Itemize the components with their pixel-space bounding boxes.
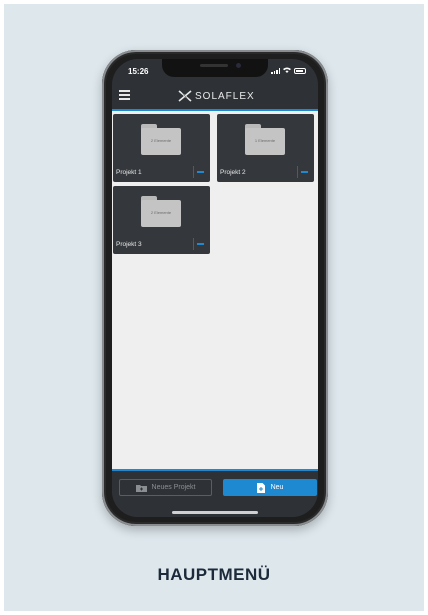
status-time: 15:26 xyxy=(128,67,149,76)
phone-screen: 15:26 SOLAFLEX 2 Elemente Projekt 1 1 El… xyxy=(112,59,318,517)
more-options-icon[interactable] xyxy=(301,171,308,173)
project-name: Projekt 2 xyxy=(220,169,246,176)
folder-plus-icon xyxy=(135,484,147,492)
project-card[interactable]: 1 Elemente Projekt 2 xyxy=(217,114,314,182)
project-card[interactable]: 2 Elemente Projekt 1 xyxy=(113,114,210,182)
new-button[interactable]: Neu xyxy=(223,479,317,496)
notch xyxy=(162,59,268,77)
camera xyxy=(236,63,241,68)
new-file-icon xyxy=(256,482,265,493)
bottom-bar: Neues Projekt Neu xyxy=(112,469,318,517)
wifi-icon xyxy=(283,67,291,75)
signal-icon xyxy=(271,68,280,74)
project-card[interactable]: 2 Elemente Projekt 3 xyxy=(113,186,210,254)
project-element-count: 1 Elemente xyxy=(254,138,276,143)
more-options-icon[interactable] xyxy=(197,171,204,173)
folder-icon: 2 Elemente xyxy=(141,196,181,227)
project-element-count: 2 Elemente xyxy=(150,210,172,215)
more-options-icon[interactable] xyxy=(197,243,204,245)
project-element-count: 2 Elemente xyxy=(150,138,172,143)
folder-icon: 2 Elemente xyxy=(141,124,181,155)
status-icons xyxy=(271,67,306,75)
divider xyxy=(193,166,194,178)
home-indicator xyxy=(172,511,258,514)
project-name: Projekt 3 xyxy=(116,241,142,248)
divider xyxy=(297,166,298,178)
phone-frame: 15:26 SOLAFLEX 2 Elemente Projekt 1 1 El… xyxy=(102,50,328,526)
new-project-button[interactable]: Neues Projekt xyxy=(119,479,212,496)
app-header: SOLAFLEX xyxy=(112,83,318,111)
new-button-label: Neu xyxy=(270,484,284,491)
new-project-label: Neues Projekt xyxy=(151,484,196,491)
caption: HAUPTMENÜ xyxy=(157,565,271,584)
speaker xyxy=(200,64,228,67)
divider xyxy=(193,238,194,250)
project-grid: 2 Elemente Projekt 1 1 Elemente Projekt … xyxy=(112,111,318,469)
folder-icon: 1 Elemente xyxy=(245,124,285,155)
solaflex-logo-icon xyxy=(178,90,192,102)
battery-icon xyxy=(294,68,306,74)
project-name: Projekt 1 xyxy=(116,169,142,176)
app-logo: SOLAFLEX xyxy=(178,90,255,102)
menu-icon[interactable] xyxy=(119,90,130,100)
app-logo-text: SOLAFLEX xyxy=(195,90,255,102)
status-bar: 15:26 xyxy=(112,59,318,83)
